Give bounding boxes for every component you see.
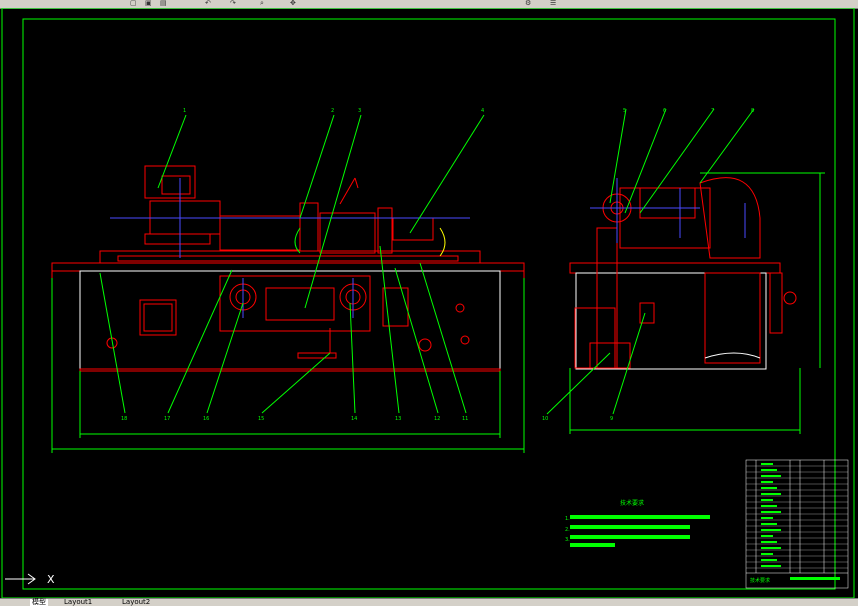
parts-list-cell [761, 523, 777, 525]
parts-list-cell [761, 505, 777, 507]
parts-list-rows [746, 463, 848, 569]
pan-icon[interactable]: ✥ [290, 0, 296, 7]
front-view [51, 165, 525, 372]
svg-text:5: 5 [623, 108, 626, 114]
svg-text:7: 7 [711, 108, 714, 114]
svg-text:3: 3 [358, 108, 361, 114]
parts-list-cell [761, 511, 781, 513]
parts-list-cell [761, 487, 777, 489]
svg-text:10: 10 [542, 416, 548, 422]
outer-border [1, 8, 855, 598]
undo-icon[interactable]: ↶ [205, 0, 211, 7]
technical-requirements: 技术要求 1. 2. 3. [565, 499, 710, 547]
parts-list-cell [761, 565, 781, 567]
svg-text:6: 6 [663, 108, 666, 114]
side-view [569, 177, 797, 370]
front-axes [110, 178, 470, 318]
svg-text:18: 18 [121, 416, 127, 422]
tech-item-2: 2. [565, 527, 570, 533]
front-leaders [99, 114, 485, 414]
svg-text:13: 13 [395, 416, 401, 422]
parts-list-cell [761, 475, 781, 477]
parts-list-cell [761, 499, 773, 501]
ucs-x-label: X [47, 573, 55, 586]
parts-list-cell [761, 547, 781, 549]
new-icon[interactable]: ▢ [130, 0, 137, 7]
parts-list-cell [761, 463, 773, 465]
parts-list-cell [761, 559, 777, 561]
properties-icon[interactable]: ⚙ [525, 0, 531, 7]
svg-text:14: 14 [351, 416, 357, 422]
svg-text:4: 4 [481, 108, 484, 114]
svg-text:11: 11 [462, 416, 468, 422]
save-icon[interactable]: ▤ [160, 0, 167, 7]
layers-icon[interactable]: ☰ [550, 0, 556, 7]
tech-item-3: 3. [565, 537, 570, 543]
tech-item-1: 1. [565, 516, 570, 522]
parts-list-cell [761, 481, 773, 483]
svg-text:9: 9 [610, 416, 613, 422]
parts-list-cell [761, 493, 781, 495]
parts-list-cell [761, 469, 777, 471]
svg-text:1: 1 [183, 108, 186, 114]
svg-text:2: 2 [331, 108, 334, 114]
parts-list-cell [761, 529, 781, 531]
drawing-canvas[interactable]: 1 2 3 4 18 17 16 15 14 13 12 11 5 6 7 8 … [0, 8, 858, 598]
title-block-fill [790, 577, 840, 580]
svg-text:15: 15 [258, 416, 264, 422]
svg-text:17: 17 [164, 416, 170, 422]
svg-text:12: 12 [434, 416, 440, 422]
parts-list-cell [761, 541, 777, 543]
front-dimensions [51, 278, 525, 453]
parts-list-cell [761, 517, 773, 519]
svg-text:8: 8 [751, 108, 754, 114]
open-icon[interactable]: ▣ [145, 0, 152, 7]
title-block-label: 技术要求 [750, 577, 770, 584]
redo-icon[interactable]: ↷ [230, 0, 236, 7]
parts-list-cell [761, 553, 773, 555]
svg-text:16: 16 [203, 416, 209, 422]
ucs-icon: X [5, 573, 55, 586]
front-callout-labels: 1 2 3 4 18 17 16 15 14 13 12 11 [121, 108, 484, 422]
zoom-icon[interactable]: ⌕ [260, 0, 264, 7]
tech-req-title: 技术要求 [620, 499, 644, 507]
parts-list-cell [761, 535, 773, 537]
